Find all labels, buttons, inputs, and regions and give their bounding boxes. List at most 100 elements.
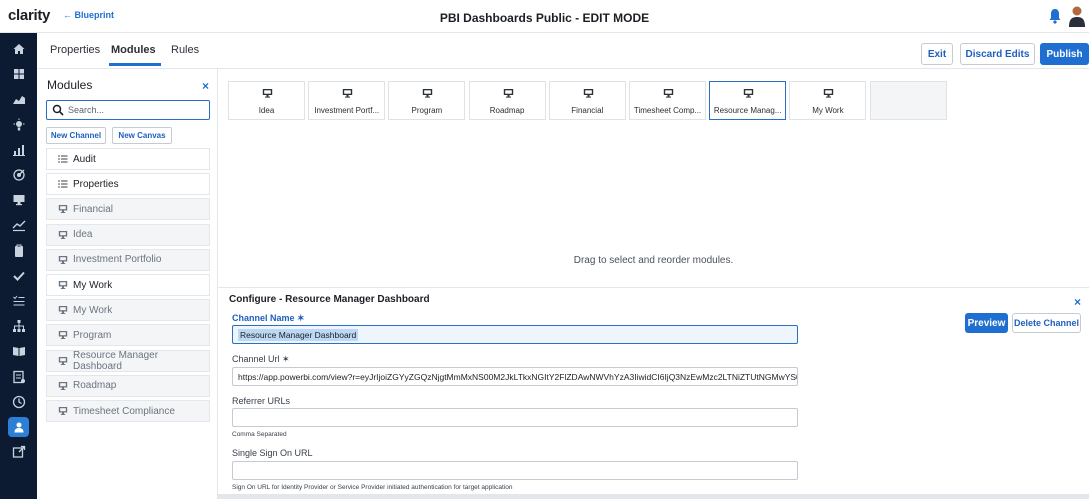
module-item[interactable]: Idea bbox=[46, 223, 210, 246]
discard-edits-button[interactable]: Discard Edits bbox=[960, 43, 1035, 65]
empty-card-slot[interactable] bbox=[869, 81, 947, 120]
nav-org-icon[interactable] bbox=[0, 314, 37, 338]
channel-url-label: Channel Url ✶ bbox=[232, 354, 290, 364]
clarity-logo[interactable]: clarity bbox=[8, 7, 50, 24]
module-item-label: Investment Portfolio bbox=[73, 254, 162, 266]
nav-monitor-icon[interactable] bbox=[0, 188, 37, 212]
new-channel-button[interactable]: New Channel bbox=[46, 127, 106, 144]
idea-icon bbox=[13, 118, 24, 131]
publish-button[interactable]: Publish bbox=[1040, 43, 1089, 65]
module-item[interactable]: Program bbox=[46, 324, 210, 347]
nav-chart-icon[interactable] bbox=[0, 87, 37, 111]
module-card-label: Program bbox=[411, 106, 443, 115]
configure-title: Configure - Resource Manager Dashboard bbox=[229, 294, 430, 305]
delete-channel-button[interactable]: Delete Channel bbox=[1012, 313, 1081, 333]
monitor-icon bbox=[58, 281, 68, 289]
module-item-label: My Work bbox=[73, 279, 113, 291]
module-item-label: Idea bbox=[73, 229, 93, 241]
module-item[interactable]: My Work bbox=[46, 299, 210, 322]
nav-bar-chart-icon[interactable] bbox=[0, 138, 37, 162]
modules-panel-title: Modules bbox=[47, 78, 93, 92]
bar-chart-icon bbox=[12, 144, 25, 156]
report-icon bbox=[12, 370, 25, 383]
nav-checklist-icon[interactable] bbox=[0, 289, 37, 313]
drag-hint-text: Drag to select and reorder modules. bbox=[573, 255, 734, 266]
grid-icon bbox=[13, 69, 24, 80]
module-item[interactable]: Investment Portfolio bbox=[46, 248, 210, 271]
module-card[interactable]: Financial bbox=[548, 81, 626, 120]
monitor-icon bbox=[743, 89, 754, 98]
top-header: clarity ← Blueprint PBI Dashboards Publi… bbox=[0, 0, 1089, 33]
tab-rules[interactable]: Rules bbox=[171, 44, 199, 56]
clipboard-icon bbox=[14, 244, 23, 257]
monitor-icon bbox=[663, 89, 674, 98]
nav-clipboard-icon[interactable] bbox=[0, 239, 37, 263]
new-canvas-button[interactable]: New Canvas bbox=[112, 127, 172, 144]
module-card-label: Timesheet Comp... bbox=[633, 106, 702, 115]
modules-search-input[interactable]: Search... bbox=[46, 100, 210, 120]
module-item-label: My Work bbox=[73, 304, 113, 316]
nav-admin-icon[interactable] bbox=[0, 415, 37, 439]
channel-name-field[interactable]: Resource Manager Dashboard bbox=[232, 325, 798, 344]
channel-url-field[interactable]: https://app.powerbi.com/view?r=eyJrIjoiZ… bbox=[232, 367, 798, 386]
module-card[interactable]: Timesheet Comp... bbox=[629, 81, 706, 120]
monitor-icon bbox=[58, 205, 68, 214]
channel-name-value: Resource Manager Dashboard bbox=[238, 328, 359, 341]
user-avatar[interactable] bbox=[1068, 5, 1086, 27]
left-nav-rail bbox=[0, 33, 37, 499]
monitor-icon bbox=[58, 331, 68, 340]
active-tab-indicator bbox=[109, 63, 161, 66]
module-card[interactable]: Investment Portf... bbox=[308, 81, 386, 120]
module-item[interactable]: Financial bbox=[46, 198, 210, 221]
nav-trend-icon[interactable] bbox=[0, 213, 37, 237]
list-icon bbox=[58, 155, 68, 163]
module-item[interactable]: Resource Manager Dashboard bbox=[46, 349, 210, 372]
module-item[interactable]: Timesheet Compliance bbox=[46, 400, 210, 422]
modules-panel: Modules × Search... New Channel New Canv… bbox=[37, 69, 218, 499]
module-item[interactable]: Audit bbox=[46, 148, 210, 170]
nav-export-icon[interactable] bbox=[0, 440, 37, 464]
module-item-label: Resource Manager Dashboard bbox=[73, 349, 159, 372]
monitor-icon bbox=[262, 89, 273, 98]
back-to-blueprint-link[interactable]: ← Blueprint bbox=[63, 10, 114, 20]
module-card[interactable]: Idea bbox=[228, 81, 305, 120]
monitor-icon bbox=[503, 89, 513, 98]
module-item[interactable]: Roadmap bbox=[46, 374, 210, 397]
referrer-urls-field[interactable] bbox=[232, 408, 798, 427]
monitor-icon bbox=[58, 381, 68, 390]
preview-button[interactable]: Preview bbox=[965, 313, 1008, 333]
nav-grid-icon[interactable] bbox=[0, 62, 37, 86]
module-card-label: Roadmap bbox=[489, 106, 525, 115]
nav-idea-icon[interactable] bbox=[0, 113, 37, 137]
module-item[interactable]: Properties bbox=[46, 173, 210, 196]
modules-canvas[interactable]: Idea Investment Portf... Program Roadmap Fin… bbox=[218, 69, 1089, 287]
notification-bell-icon[interactable] bbox=[1048, 8, 1062, 24]
nav-target-icon[interactable] bbox=[0, 163, 37, 187]
exit-button[interactable]: Exit bbox=[921, 43, 953, 65]
nav-home-icon[interactable] bbox=[0, 37, 37, 61]
referrer-urls-hint: Comma Separated bbox=[232, 431, 287, 438]
module-card[interactable]: Resource Manag... bbox=[709, 81, 787, 120]
module-card[interactable]: My Work bbox=[789, 81, 867, 120]
nav-book-icon[interactable] bbox=[0, 339, 37, 363]
close-modules-panel-icon[interactable]: × bbox=[202, 79, 209, 93]
nav-check-icon[interactable] bbox=[0, 264, 37, 288]
bottom-scroll-strip[interactable] bbox=[218, 494, 1089, 499]
sso-url-field[interactable] bbox=[232, 461, 798, 480]
module-card[interactable]: Program bbox=[388, 81, 466, 120]
trend-icon bbox=[12, 220, 25, 232]
checklist-icon bbox=[12, 295, 24, 306]
check-icon bbox=[12, 271, 25, 281]
module-card[interactable]: Roadmap bbox=[468, 81, 546, 120]
tab-modules[interactable]: Modules bbox=[111, 44, 156, 56]
tabs-row: Properties Modules Rules Exit Discard Ed… bbox=[37, 33, 1089, 69]
search-icon bbox=[52, 104, 64, 116]
nav-clock-icon[interactable] bbox=[0, 390, 37, 414]
org-icon bbox=[12, 320, 25, 333]
tab-properties[interactable]: Properties bbox=[50, 44, 100, 56]
monitor-icon bbox=[58, 356, 68, 365]
close-configure-icon[interactable]: × bbox=[1074, 295, 1081, 309]
nav-report-icon[interactable] bbox=[0, 365, 37, 389]
clock-icon bbox=[12, 395, 25, 408]
module-item[interactable]: My Work bbox=[46, 274, 210, 296]
